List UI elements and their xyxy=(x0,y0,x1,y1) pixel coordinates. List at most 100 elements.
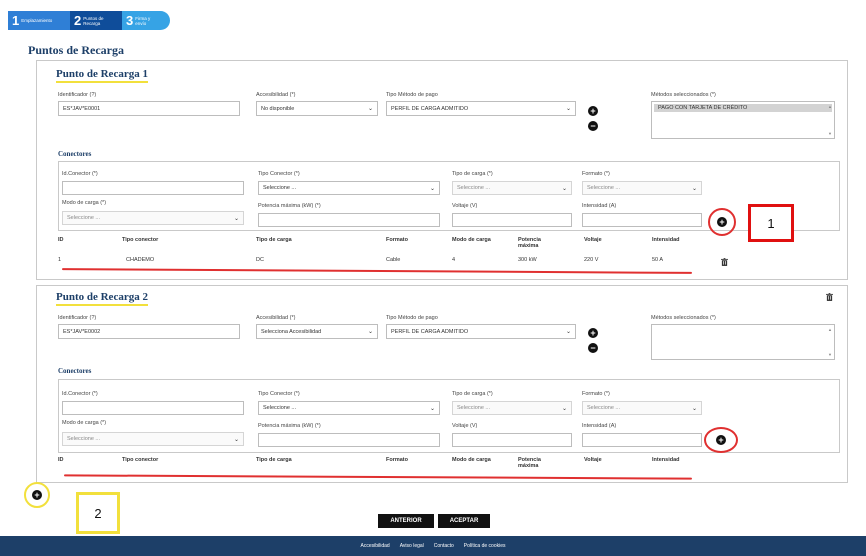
scroll-up-icon[interactable]: ▲ xyxy=(828,104,832,109)
step-emplazamiento[interactable]: 1 Emplazamiento xyxy=(8,11,70,30)
wizard-stepper: 1 Emplazamiento 2 Puntos de Recarga 3 Firma… xyxy=(8,11,170,30)
formato-select-1[interactable]: Seleccione ... ⌄ xyxy=(582,181,702,195)
th-tipo-conector: Tipo conector xyxy=(122,237,159,243)
selected-payment-option[interactable]: PAGO CON TARJETA DE CRÉDITO xyxy=(654,104,832,112)
conectores-heading-2: Conectores xyxy=(58,367,92,375)
identificador-input-2[interactable]: ES*JAV*E0002 xyxy=(58,324,240,339)
footer-link-cookies[interactable]: Política de cookies xyxy=(464,543,506,549)
id-conector-input-1[interactable] xyxy=(62,181,244,195)
th-potencia: Potencia máxima xyxy=(518,457,541,469)
id-conector-input-2[interactable] xyxy=(62,401,244,415)
chevron-down-icon: ⌄ xyxy=(367,106,373,112)
scroll-down-icon[interactable]: ▼ xyxy=(828,352,832,357)
add-charge-point-button[interactable]: + xyxy=(32,490,42,500)
add-connector-button-2[interactable]: + xyxy=(716,435,726,445)
metodos-seleccionados-list-2[interactable]: ▲ ▼ xyxy=(651,324,835,360)
metodos-seleccionados-label: Métodos seleccionados (*) xyxy=(651,92,716,98)
th-tipo-carga: Tipo de carga xyxy=(256,237,292,243)
tipo-pago-select-2[interactable]: PERFIL DE CARGA ADMITIDO ⌄ xyxy=(386,324,576,339)
footer-link-contacto[interactable]: Contacto xyxy=(434,543,454,549)
add-payment-method-button[interactable]: + xyxy=(588,328,598,338)
chevron-down-icon: ⌄ xyxy=(565,329,571,335)
remove-payment-method-button[interactable]: − xyxy=(588,121,598,131)
th-intensidad: Intensidad xyxy=(652,457,680,463)
cell-voltaje: 220 V xyxy=(584,257,599,263)
th-tipo-conector: Tipo conector xyxy=(122,457,159,463)
step-puntos-recarga[interactable]: 2 Puntos de Recarga xyxy=(70,11,122,30)
tipo-carga-select-2[interactable]: Seleccione ... ⌄ xyxy=(452,401,572,415)
chevron-down-icon: ⌄ xyxy=(565,106,571,112)
th-voltaje: Voltaje xyxy=(584,237,602,243)
th-intensidad: Intensidad xyxy=(652,237,680,243)
tipo-carga-label: Tipo de carga (*) xyxy=(452,391,493,397)
annotation-box-1: 1 xyxy=(748,204,794,242)
aceptar-button[interactable]: ACEPTAR xyxy=(438,514,490,528)
table-row: 1 CHADEMO DC Cable 4 300 kW 220 V 50 A xyxy=(58,257,698,265)
identificador-label: Identificador (?) xyxy=(58,92,97,98)
th-formato: Formato xyxy=(386,237,408,243)
th-modo-carga: Modo de carga xyxy=(452,237,491,243)
formato-label: Formato (*) xyxy=(582,391,610,397)
anterior-button[interactable]: ANTERIOR xyxy=(378,514,434,528)
intensidad-input-1[interactable] xyxy=(582,213,702,227)
chevron-down-icon: ⌄ xyxy=(429,405,435,412)
tipo-conector-label: Tipo Conector (*) xyxy=(258,391,300,397)
chevron-down-icon: ⌄ xyxy=(233,215,239,222)
cell-formato: Cable xyxy=(386,257,401,263)
th-id: ID xyxy=(58,457,64,463)
voltaje-label: Voltaje (V) xyxy=(452,203,478,209)
th-formato: Formato xyxy=(386,457,408,463)
accesibilidad-select-1[interactable]: No disponible ⌄ xyxy=(256,101,378,116)
tipo-conector-select-2[interactable]: Seleccione ... ⌄ xyxy=(258,401,440,415)
accesibilidad-select-2[interactable]: Selecciona Accesibilidad ⌄ xyxy=(256,324,378,339)
footer-link-aviso-legal[interactable]: Aviso legal xyxy=(400,543,424,549)
accesibilidad-label: Accesibilidad (*) xyxy=(256,315,296,321)
footer-link-accesibilidad[interactable]: Accesibilidad xyxy=(361,543,390,549)
add-connector-button-1[interactable]: + xyxy=(717,217,727,227)
annotation-box-2: 2 xyxy=(76,492,120,534)
scroll-up-icon[interactable]: ▲ xyxy=(828,327,832,332)
cell-intensidad: 50 A xyxy=(652,257,664,263)
modo-carga-label: Modo de carga (*) xyxy=(62,200,107,206)
chevron-down-icon: ⌄ xyxy=(367,329,373,335)
metodos-seleccionados-list-1[interactable]: PAGO CON TARJETA DE CRÉDITO ▲ ▼ xyxy=(651,101,835,139)
accesibilidad-label: Accesibilidad (*) xyxy=(256,92,296,98)
remove-payment-method-button[interactable]: − xyxy=(588,343,598,353)
formato-select-2[interactable]: Seleccione ... ⌄ xyxy=(582,401,702,415)
chevron-down-icon: ⌄ xyxy=(691,185,697,192)
th-potencia: Potencia máxima xyxy=(518,237,541,249)
tipo-pago-select-1[interactable]: PERFIL DE CARGA ADMITIDO ⌄ xyxy=(386,101,576,116)
modo-carga-select-1[interactable]: Seleccione ... ⌄ xyxy=(62,211,244,225)
potencia-label: Potencia máxima (kW) (*) xyxy=(258,203,321,209)
potencia-input-2[interactable] xyxy=(258,433,440,447)
scroll-down-icon[interactable]: ▼ xyxy=(828,131,832,136)
voltaje-input-1[interactable] xyxy=(452,213,572,227)
th-id: ID xyxy=(58,237,64,243)
cell-tipo-carga: DC xyxy=(256,257,264,263)
id-conector-label: Id.Conector (*) xyxy=(62,391,98,397)
chevron-down-icon: ⌄ xyxy=(561,405,567,412)
cell-id: 1 xyxy=(58,257,62,263)
cell-potencia: 300 kW xyxy=(518,257,537,263)
add-payment-method-button[interactable]: + xyxy=(588,106,598,116)
potencia-label: Potencia máxima (kW) (*) xyxy=(258,423,321,429)
tipo-carga-select-1[interactable]: Seleccione ... ⌄ xyxy=(452,181,572,195)
page-title: Puntos de Recarga xyxy=(28,43,124,57)
intensidad-input-2[interactable] xyxy=(582,433,702,447)
charge-point-title-1: Punto de Recarga 1 xyxy=(56,68,148,83)
tipo-pago-label: Tipo Método de pago xyxy=(386,315,438,321)
charge-point-title-2: Punto de Recarga 2 xyxy=(56,291,148,306)
chevron-down-icon: ⌄ xyxy=(429,185,435,192)
metodos-seleccionados-label: Métodos seleccionados (*) xyxy=(651,315,716,321)
voltaje-input-2[interactable] xyxy=(452,433,572,447)
footer: Accesibilidad Aviso legal Contacto Polít… xyxy=(0,536,866,556)
potencia-input-1[interactable] xyxy=(258,213,440,227)
modo-carga-select-2[interactable]: Seleccione ... ⌄ xyxy=(62,432,244,446)
identificador-label: Identificador (?) xyxy=(58,315,97,321)
step-firma-envio[interactable]: 3 Firma y envío xyxy=(122,11,170,30)
identificador-input-1[interactable]: ES*JAV*E0001 xyxy=(58,101,240,116)
trash-icon[interactable] xyxy=(721,258,728,266)
cell-tipo-conector: CHADEMO xyxy=(126,257,155,263)
trash-icon[interactable] xyxy=(826,293,833,301)
tipo-conector-select-1[interactable]: Seleccione ... ⌄ xyxy=(258,181,440,195)
